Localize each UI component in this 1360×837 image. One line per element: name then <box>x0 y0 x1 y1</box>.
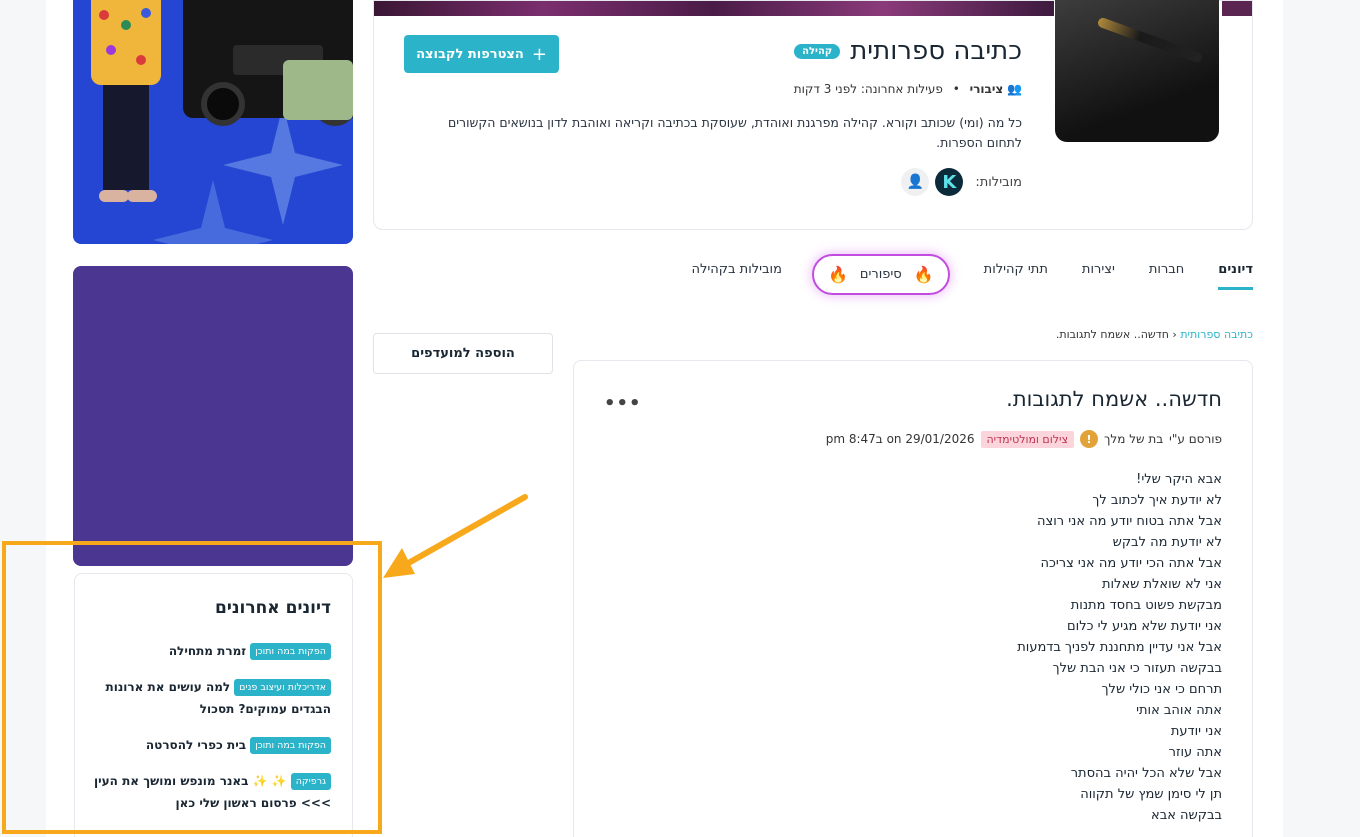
tab-community-leaders[interactable]: מובילות בקהילה <box>692 256 782 287</box>
plus-icon: + <box>531 43 547 65</box>
discussion-title[interactable]: זמרת מתחילה <box>169 644 246 658</box>
post-line: בבקשה אבא <box>1151 808 1222 823</box>
add-to-favorites-button[interactable]: הוספה למועדפים <box>373 333 553 374</box>
post-line: אבל שלא הכל יהיה בהסתר <box>1070 766 1222 781</box>
fountain-pen-image <box>1096 16 1204 64</box>
post-line: לא יודעת מה לבקש <box>1112 535 1222 550</box>
post-line: אתה עוזר <box>1168 745 1222 760</box>
recent-discussion-item[interactable]: הפקות במה ותוכן בית כפרי להסרטה <box>91 734 331 756</box>
warning-icon: ! <box>1079 430 1098 448</box>
group-privacy: ציבורי <box>969 82 1004 96</box>
wheel <box>201 82 245 126</box>
post-line: אבל אתה הכי יודע מה אני צריכה <box>1040 556 1222 571</box>
tab-stories[interactable]: 🔥 סיפורים 🔥 <box>811 254 950 295</box>
join-group-label: הצטרפות לקבוצה <box>416 46 524 62</box>
shoe <box>127 190 157 202</box>
group-cover-image <box>1222 1 1252 16</box>
tab-stories-label: סיפורים <box>859 267 902 282</box>
flame-icon: 🔥 <box>913 265 934 284</box>
community-badge: קהילה <box>794 43 841 59</box>
tab-subcommunities[interactable]: תתי קהילות <box>984 256 1048 287</box>
group-title-row: כתיבה ספרותית קהילה <box>794 36 1022 66</box>
post-line: אתה אוהב אותי <box>1136 703 1222 718</box>
recent-discussion-item[interactable]: גרפיקה✨ ✨ באנר מונפש ומושך את העין >>> פ… <box>91 770 331 814</box>
post-body: אבא היקר שלי! לא יודעת איך לכתוב לך אבל … <box>1017 469 1222 826</box>
group-title: כתיבה ספרותית <box>850 36 1022 66</box>
leaders-label: מובילות: <box>975 174 1022 190</box>
group-meta: 👥 ציבורי • פעילות אחרונה: לפני 3 דקות <box>794 82 1022 96</box>
post-line: אבא היקר שלי! <box>1136 472 1222 487</box>
post-meta: פורסם ע"י בת של מלך ! צילום ומולטימדיה o… <box>826 430 1222 448</box>
category-tag[interactable]: גרפיקה <box>290 773 331 790</box>
flame-icon: 🔥 <box>827 265 848 284</box>
group-description: כל מה (ומי) שכותב וקורא. קהילה מפרגנת וא… <box>447 115 1022 150</box>
person-shirt <box>91 0 161 85</box>
leader-avatar[interactable]: K <box>935 168 964 196</box>
breadcrumb: כתיבה ספרותית ‹ חדשה.. אשמח לתגובות. <box>1056 328 1253 341</box>
tab-discussions[interactable]: דיונים <box>1218 256 1253 290</box>
post-title: חדשה.. אשמח לתגובות. <box>1006 387 1222 411</box>
posted-by-prefix: פורסם ע"י <box>1169 432 1222 446</box>
post-line: מבקשת פשוט בחסד מתנות <box>1070 598 1222 613</box>
person-pants <box>103 85 149 190</box>
tab-members[interactable]: חברות <box>1149 256 1184 287</box>
meta-separator: • <box>952 82 960 96</box>
more-options-icon[interactable]: ••• <box>604 393 642 414</box>
post-line: תרחם כי אני כולי שלך <box>1101 682 1222 697</box>
post-category[interactable]: צילום ומולטימדיה <box>980 430 1074 448</box>
post-line: אבל אני עדיין מתחננת לפניך בדמעות <box>1017 640 1222 655</box>
group-tabs: דיונים חברות יצירות תתי קהילות 🔥 סיפורים… <box>658 254 1253 295</box>
recent-discussion-item[interactable]: הפקות במה ותוכן זמרת מתחילה <box>91 640 331 662</box>
breadcrumb-separator: ‹ <box>1172 328 1177 341</box>
recent-discussion-item[interactable]: אדריכלות ועיצוב פניםלמה עושים את ארונות … <box>91 676 331 720</box>
post-line: תן לי סימן שמץ של תקווה <box>1080 787 1222 802</box>
recent-discussions-title: דיונים אחרונים <box>215 598 331 618</box>
post-line: בבקשה תעזור כי אני הבת שלך <box>1052 661 1222 676</box>
category-tag[interactable]: הפקות במה ותוכן <box>250 643 331 660</box>
ad-banner-purple[interactable] <box>73 266 353 566</box>
post-line: אני יודעת <box>1170 724 1222 739</box>
category-tag[interactable]: הפקות במה ותוכן <box>250 737 331 754</box>
breadcrumb-group-link[interactable]: כתיבה ספרותית <box>1180 328 1253 341</box>
group-avatar-image <box>1055 0 1219 142</box>
post-line: אני לא שואלת שאלות <box>1101 577 1222 592</box>
money-stack-image <box>283 60 353 120</box>
post-line: לא יודעת איך לכתוב לך <box>1092 493 1222 508</box>
breadcrumb-current: חדשה.. אשמח לתגובות. <box>1055 328 1169 341</box>
post-line: אבל אתה בטוח יודע מה אני רוצה <box>1037 514 1222 529</box>
post-line: אני יודעת שלא מגיע לי כלום <box>1067 619 1222 634</box>
join-group-button[interactable]: + הצטרפות לקבוצה <box>404 35 559 73</box>
recent-discussions-widget: דיונים אחרונים הפקות במה ותוכן זמרת מתחיל… <box>74 573 353 837</box>
last-activity: פעילות אחרונה: לפני 3 דקות <box>793 82 943 96</box>
ad-banner-car[interactable] <box>73 0 353 244</box>
discussion-title[interactable]: בית כפרי להסרטה <box>146 738 246 752</box>
post-card: חדשה.. אשמח לתגובות. ••• פורסם ע"י בת של… <box>573 360 1253 837</box>
post-date: on 29/01/2026 ב8:47 pm <box>825 432 975 446</box>
group-cover-image <box>374 1 1054 16</box>
category-tag[interactable]: אדריכלות ועיצוב פנים <box>234 679 331 696</box>
leader-avatar-placeholder[interactable]: 👤 <box>901 168 930 196</box>
shoe <box>99 190 129 202</box>
sparkle-decoration <box>153 180 273 244</box>
tab-creations[interactable]: יצירות <box>1082 256 1115 287</box>
users-icon: 👥 <box>1007 82 1022 96</box>
group-leaders: מובילות: K 👤 <box>901 168 1022 196</box>
post-author[interactable]: בת של מלך <box>1104 432 1163 446</box>
